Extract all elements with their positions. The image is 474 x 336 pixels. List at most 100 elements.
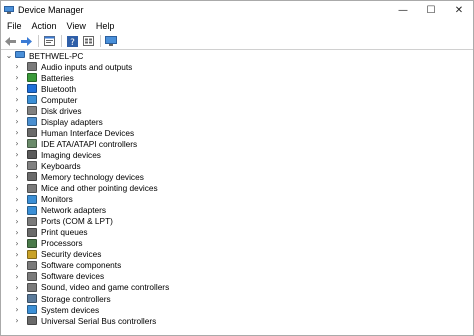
tree-item[interactable]: › Mice and other pointing devices — [1, 183, 473, 194]
tree-item[interactable]: › Security devices — [1, 249, 473, 260]
tree-item[interactable]: › Bluetooth — [1, 83, 473, 94]
tree-root-label: BETHWEL-PC — [29, 50, 84, 61]
help-button[interactable]: ? — [65, 34, 79, 48]
chevron-right-icon[interactable]: › — [13, 283, 21, 292]
chevron-right-icon[interactable]: › — [13, 195, 21, 204]
chevron-right-icon[interactable]: › — [13, 106, 21, 115]
close-button[interactable]: ✕ — [445, 1, 473, 19]
tree-item-label: Monitors — [41, 194, 73, 205]
chevron-right-icon[interactable]: › — [13, 228, 21, 237]
tree-item[interactable]: › Network adapters — [1, 205, 473, 216]
tree-item[interactable]: › System devices — [1, 304, 473, 315]
chevron-right-icon[interactable]: › — [13, 150, 21, 159]
chevron-right-icon[interactable]: › — [13, 239, 21, 248]
chevron-right-icon[interactable]: › — [13, 84, 21, 93]
tree-item-label: Universal Serial Bus controllers — [41, 315, 157, 326]
speaker-icon — [27, 62, 37, 72]
security-key-icon — [27, 249, 37, 259]
tree-item[interactable]: › Print queues — [1, 227, 473, 238]
forward-button[interactable] — [19, 34, 33, 48]
chevron-right-icon[interactable]: › — [13, 305, 21, 314]
back-arrow-icon — [4, 36, 16, 46]
tree-item-label: System devices — [41, 304, 100, 315]
chevron-right-icon[interactable]: › — [13, 172, 21, 181]
mouse-icon — [27, 183, 37, 193]
chevron-right-icon[interactable]: › — [13, 272, 21, 281]
tree-item[interactable]: › Memory technology devices — [1, 171, 473, 182]
toolbar: ? — [1, 33, 473, 50]
title-bar[interactable]: Device Manager — ☐ ✕ — [1, 1, 473, 19]
tree-item[interactable]: › Human Interface Devices — [1, 127, 473, 138]
tree-item[interactable]: › Disk drives — [1, 105, 473, 116]
scan-hardware-button[interactable] — [104, 34, 118, 48]
menu-file[interactable]: File — [2, 21, 27, 31]
tree-item[interactable]: › Storage controllers — [1, 293, 473, 304]
menu-help[interactable]: Help — [91, 21, 120, 31]
menu-view[interactable]: View — [62, 21, 91, 31]
tree-item[interactable]: › Display adapters — [1, 116, 473, 127]
sound-controller-icon — [27, 282, 37, 292]
chevron-right-icon[interactable]: › — [13, 128, 21, 137]
chevron-right-icon[interactable]: › — [13, 184, 21, 193]
camera-icon — [27, 150, 37, 160]
minimize-button[interactable]: — — [389, 1, 417, 19]
tree-item-label: Memory technology devices — [41, 171, 144, 182]
tree-item[interactable]: › Audio inputs and outputs — [1, 61, 473, 72]
chevron-right-icon[interactable]: › — [13, 117, 21, 126]
menu-action[interactable]: Action — [27, 21, 62, 31]
tree-item[interactable]: › Universal Serial Bus controllers — [1, 315, 473, 326]
tree-item-label: Human Interface Devices — [41, 127, 135, 138]
tree-item-label: Ports (COM & LPT) — [41, 216, 113, 227]
tree-item[interactable]: › Computer — [1, 94, 473, 105]
display-adapter-icon — [27, 117, 37, 127]
bluetooth-icon — [27, 84, 37, 94]
chevron-right-icon[interactable]: › — [13, 62, 21, 71]
tree-item[interactable]: › Imaging devices — [1, 149, 473, 160]
tree-item[interactable]: › Monitors — [1, 194, 473, 205]
chevron-right-icon[interactable]: › — [13, 316, 21, 325]
show-hidden-icon — [82, 36, 94, 46]
chevron-right-icon[interactable]: › — [13, 206, 21, 215]
printer-icon — [27, 227, 37, 237]
properties-button[interactable] — [42, 34, 56, 48]
tree-item-label: Sound, video and game controllers — [41, 282, 170, 293]
tree-item-label: Processors — [41, 238, 83, 249]
storage-controller-icon — [27, 294, 37, 303]
chevron-right-icon[interactable]: › — [13, 139, 21, 148]
tree-item[interactable]: › Software components — [1, 260, 473, 271]
usb-icon — [27, 316, 37, 326]
chevron-right-icon[interactable]: › — [13, 250, 21, 259]
tree-item-label: Disk drives — [41, 105, 82, 116]
keyboard-icon — [27, 161, 37, 171]
tree-root[interactable]: ⌄ BETHWEL-PC — [1, 50, 473, 61]
back-button[interactable] — [3, 34, 17, 48]
software-component-icon — [27, 260, 37, 270]
hid-icon — [27, 128, 37, 138]
tree-item[interactable]: › Keyboards — [1, 160, 473, 171]
tree-items: › Audio inputs and outputs › Batteries › Blue… — [1, 61, 473, 326]
tree-item[interactable]: › Batteries — [1, 72, 473, 83]
tree-item-label: Mice and other pointing devices — [41, 183, 158, 194]
chevron-down-icon[interactable]: ⌄ — [5, 51, 13, 60]
tree-item[interactable]: › Ports (COM & LPT) — [1, 216, 473, 227]
computer-icon — [27, 95, 37, 105]
show-hidden-button[interactable] — [81, 34, 95, 48]
chevron-right-icon[interactable]: › — [13, 95, 21, 104]
chevron-right-icon[interactable]: › — [13, 161, 21, 170]
chevron-right-icon[interactable]: › — [13, 261, 21, 270]
tree-item[interactable]: › Sound, video and game controllers — [1, 282, 473, 293]
tree-item-label: Software devices — [41, 271, 105, 282]
chevron-right-icon[interactable]: › — [13, 217, 21, 226]
tree-item[interactable]: › Software devices — [1, 271, 473, 282]
maximize-button[interactable]: ☐ — [417, 1, 445, 19]
tree-item-label: Security devices — [41, 249, 102, 260]
battery-icon — [27, 73, 37, 83]
device-manager-icon — [4, 5, 14, 15]
memory-icon — [27, 172, 37, 182]
tree-item[interactable]: › IDE ATA/ATAPI controllers — [1, 138, 473, 149]
tree-item[interactable]: › Processors — [1, 238, 473, 249]
tree-item-label: Network adapters — [41, 205, 107, 216]
chevron-right-icon[interactable]: › — [13, 294, 21, 303]
tree-item-label: Display adapters — [41, 116, 103, 127]
chevron-right-icon[interactable]: › — [13, 73, 21, 82]
